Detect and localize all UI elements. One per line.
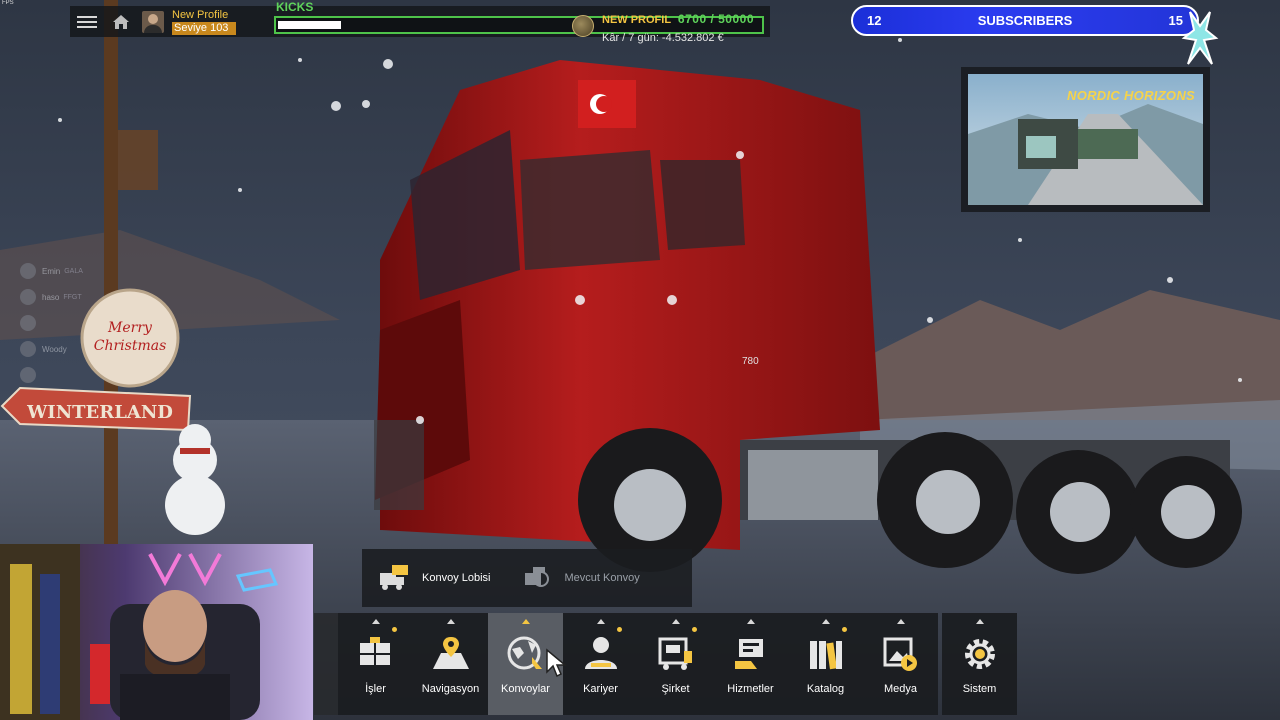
chat-message — [20, 310, 140, 336]
chat-tag: GALA — [64, 267, 83, 275]
menu-label: Sistem — [962, 683, 997, 695]
company-icon — [658, 637, 692, 670]
notification-dot — [617, 627, 622, 632]
menu-item-system[interactable]: Sistem — [942, 613, 1017, 715]
chat-message: Emin GALA — [20, 258, 140, 284]
profit-text: Kâr / 7 gün: -4.532.802 € — [602, 32, 724, 44]
main-menu-bar: İşler Navigasyon Konvoylar Kariyer Şirke… — [314, 613, 1019, 715]
convoys-icon — [507, 636, 542, 670]
career-icon — [584, 637, 617, 669]
chat-username: Woody — [42, 344, 67, 354]
menu-item-jobs[interactable]: İşler — [338, 613, 413, 715]
convoy-lobby-icon — [380, 565, 408, 590]
menu-item-navigation[interactable]: Navigasyon — [413, 613, 488, 715]
menu-label: Konvoylar — [501, 683, 550, 695]
submenu-current-convoy[interactable]: Mevcut Konvoy — [521, 563, 640, 593]
top-bar: New Profile Seviye 103 KICKS NEW PROFIL … — [70, 0, 770, 44]
promo-title: NORDIC HORIZONS — [1067, 88, 1195, 103]
convoy-submenu: Konvoy Lobisi Mevcut Konvoy — [362, 549, 692, 607]
promo-image: NORDIC HORIZONS — [968, 74, 1203, 205]
menu-label: Navigasyon — [421, 683, 480, 695]
gear-icon — [964, 639, 995, 669]
chat-message — [20, 362, 140, 388]
menu-scroll-left[interactable] — [314, 613, 338, 715]
submenu-label: Mevcut Konvoy — [564, 572, 640, 584]
winterland-text: WINTERLAND — [26, 402, 173, 423]
menu-label: Şirket — [661, 683, 690, 695]
jobs-icon — [359, 637, 390, 665]
catalog-icon — [809, 641, 842, 670]
webcam-overlay — [0, 544, 313, 720]
menu-group-main: İşler Navigasyon Konvoylar Kariyer Şirke… — [338, 613, 938, 715]
caret-up-icon — [896, 619, 905, 624]
menu-item-company[interactable]: Şirket — [638, 613, 713, 715]
current-convoy-icon — [524, 567, 549, 587]
subscribers-bar: 12 SUBSCRIBERS 15 — [851, 5, 1199, 36]
menu-item-services[interactable]: Hizmetler — [713, 613, 788, 715]
menu-label: Katalog — [806, 683, 845, 695]
mascot-icon — [1181, 11, 1219, 65]
profile-block[interactable]: New Profile Seviye 103 — [172, 9, 236, 35]
submenu-convoy-lobby[interactable]: Konvoy Lobisi — [378, 563, 491, 593]
caret-up-icon — [446, 619, 455, 624]
kicks-label: KICKS — [276, 0, 314, 14]
truck-model-text: 780 — [742, 356, 759, 367]
stream-chat: Emin GALA haso FFGT Woody — [20, 258, 140, 388]
menu-item-catalog[interactable]: Katalog — [788, 613, 863, 715]
profile-level: Seviye 103 — [172, 21, 236, 35]
menu-label: Hizmetler — [727, 683, 774, 695]
profit-title: NEW PROFIL — [602, 14, 672, 26]
profile-avatar[interactable] — [142, 10, 164, 33]
chat-message: Woody — [20, 336, 140, 362]
caret-up-icon — [671, 619, 680, 624]
menu-group-system: Sistem — [942, 613, 1017, 715]
chat-avatar — [20, 289, 36, 305]
chat-message: haso FFGT — [20, 284, 140, 310]
home-icon[interactable] — [104, 6, 138, 37]
chat-tag: FFGT — [63, 293, 82, 301]
services-icon — [734, 639, 763, 669]
notification-dot — [392, 627, 397, 632]
promo-panel[interactable]: NORDIC HORIZONS — [961, 67, 1210, 212]
mouse-cursor-icon — [546, 648, 567, 678]
menu-item-media[interactable]: Medya — [863, 613, 938, 715]
media-icon — [883, 637, 917, 671]
notification-dot — [692, 627, 697, 632]
xp-count: 6700 / 50000 — [677, 12, 754, 26]
xp-progress-bar: NEW PROFIL Kâr / 7 gün: -4.532.802 € 670… — [274, 12, 764, 44]
menu-item-career[interactable]: Kariyer — [563, 613, 638, 715]
caret-up-icon — [521, 619, 530, 624]
coin-icon — [572, 15, 594, 37]
chat-username: Emin — [42, 266, 61, 276]
caret-up-icon — [746, 619, 755, 624]
chat-username: haso — [42, 292, 60, 302]
chat-avatar — [20, 263, 36, 279]
menu-label: Kariyer — [583, 683, 618, 695]
caret-up-icon — [596, 619, 605, 624]
streamer-webcam-image — [0, 544, 313, 720]
fps-label: FPS — [2, 0, 14, 6]
xp-progress-fill — [278, 21, 341, 29]
menu-label: Medya — [883, 683, 918, 695]
caret-up-icon — [975, 619, 984, 624]
subscribers-count: 12 — [867, 13, 882, 28]
hamburger-icon[interactable] — [70, 6, 104, 37]
chat-avatar — [20, 341, 36, 357]
chat-avatar — [20, 315, 36, 331]
menu-label: İşler — [365, 683, 386, 695]
profile-name: New Profile — [172, 8, 229, 21]
subscribers-label: SUBSCRIBERS — [977, 13, 1073, 28]
chat-avatar — [20, 367, 36, 383]
navigation-icon — [432, 637, 469, 669]
caret-up-icon — [371, 619, 380, 624]
caret-up-icon — [821, 619, 830, 624]
notification-dot — [842, 627, 847, 632]
submenu-label: Konvoy Lobisi — [422, 572, 491, 584]
